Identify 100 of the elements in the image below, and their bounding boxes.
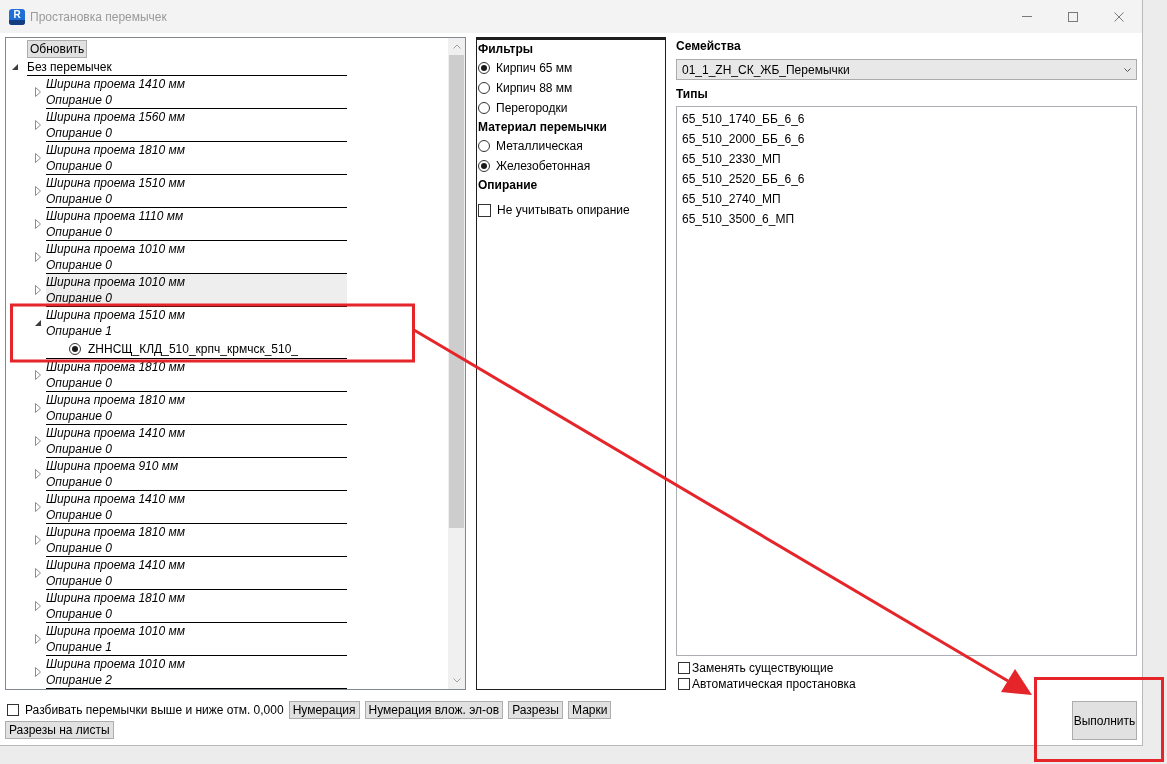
chevron-up-icon[interactable] — [452, 44, 461, 49]
tree-item[interactable]: Ширина проема 1410 мм Опирание 0 — [46, 557, 347, 590]
support-label: Опирание 0 — [46, 507, 112, 523]
opening-width-label: Ширина проема 1010 мм — [46, 656, 185, 672]
maximize-icon — [1068, 11, 1078, 22]
caret-right-icon[interactable] — [35, 502, 41, 512]
opening-width-label: Ширина проема 1010 мм — [46, 241, 185, 257]
tree-root-label[interactable]: Без перемычек — [27, 58, 112, 75]
tree-item[interactable]: Ширина проема 1810 мм Опирание 0 — [46, 359, 347, 392]
field-label: Семейства — [676, 38, 741, 55]
tree-item[interactable]: Ширина проема 1410 мм Опирание 0 — [46, 491, 347, 524]
tree-item[interactable]: Ширина проема 1010 мм Опирание 1 — [46, 623, 347, 656]
tree-item[interactable]: Ширина проема 1560 мм Опирание 0 — [46, 109, 347, 142]
tree-item[interactable]: Ширина проема 1410 мм Опирание 0 — [46, 425, 347, 458]
field-label: Типы — [676, 86, 708, 103]
tool-button[interactable]: Нумерация влож. эл-ов — [364, 701, 504, 719]
support-label: Опирание 0 — [46, 158, 112, 174]
opening-width-label: Ширина проема 1010 мм — [46, 623, 185, 639]
opening-width-label: Ширина проема 1810 мм — [46, 142, 185, 158]
support-label: Опирание 0 — [46, 606, 112, 622]
radio-option[interactable]: ZННСЩ_КЛД_510_крпч_крмчск_510_ — [69, 339, 298, 358]
support-label: Опирание 0 — [46, 474, 112, 490]
tree-item[interactable]: Ширина проема 910 мм Опирание 0 — [46, 458, 347, 491]
checkbox-option[interactable]: Разбивать перемычки выше и ниже отм. 0,000 — [5, 701, 284, 719]
opening-width-label: Ширина проема 1510 мм — [46, 175, 185, 191]
refresh-button[interactable]: Обновить — [27, 40, 88, 58]
caret-right-icon[interactable] — [35, 568, 41, 578]
tree-item[interactable]: Ширина проема 1510 мм Опирание 0 — [46, 175, 347, 208]
caret-right-icon[interactable] — [35, 535, 41, 545]
radio-option[interactable]: Перегородки — [478, 98, 568, 118]
support-label: Опирание 0 — [46, 224, 112, 240]
chevron-down-icon — [1124, 67, 1131, 72]
opening-width-label: Ширина проема 1810 мм — [46, 359, 185, 375]
chevron-down-icon[interactable] — [452, 678, 461, 683]
tool-button[interactable]: Разрезы на листы — [5, 721, 114, 739]
opening-width-label: Ширина проема 1810 мм — [46, 590, 185, 606]
caret-right-icon[interactable] — [35, 219, 41, 229]
radio-option[interactable]: Металлическая — [478, 136, 583, 156]
tool-button[interactable]: Марки — [568, 701, 612, 719]
tree-item[interactable]: Ширина проема 1110 мм Опирание 0 — [46, 208, 347, 241]
tree-item[interactable]: Ширина проема 1810 мм Опирание 0 — [46, 524, 347, 557]
support-label: Опирание 0 — [46, 408, 112, 424]
tree-item[interactable]: Ширина проема 1410 мм Опирание 0 — [46, 76, 347, 109]
support-label: Опирание 2 — [46, 672, 112, 688]
support-label: Опирание 0 — [46, 125, 112, 141]
caret-right-icon[interactable] — [35, 252, 41, 262]
support-label: Опирание 0 — [46, 375, 112, 391]
caret-right-icon[interactable] — [35, 667, 41, 677]
opening-width-label: Ширина проема 1110 мм — [46, 208, 184, 224]
support-label: Опирание 0 — [46, 257, 112, 273]
opening-width-label: Ширина проема 1810 мм — [46, 524, 185, 540]
section-title: Опирание — [478, 177, 538, 194]
checkbox-option[interactable]: Заменять существующие — [676, 660, 834, 676]
caret-right-icon[interactable] — [35, 469, 41, 479]
caret-right-icon[interactable] — [35, 285, 41, 295]
radio-option[interactable]: Кирпич 88 мм — [478, 78, 573, 98]
caret-right-icon[interactable] — [35, 186, 41, 196]
support-label: Опирание 1 — [46, 323, 112, 339]
checkbox-option[interactable]: Автоматическая простановка — [676, 676, 856, 692]
caret-right-icon[interactable] — [35, 601, 41, 611]
tree-item[interactable]: Ширина проема 1010 мм Опирание 0 — [46, 241, 347, 274]
window-title: Простановка перемычек — [30, 8, 167, 26]
opening-width-label: Ширина проема 1410 мм — [46, 557, 185, 573]
tree-item[interactable]: Ширина проема 1010 мм Опирание 2 — [46, 656, 347, 689]
caret-right-icon[interactable] — [35, 370, 41, 380]
caret-right-icon[interactable] — [35, 634, 41, 644]
section-title: Материал перемычки — [478, 119, 607, 136]
family-dropdown[interactable]: 01_1_ZH_СК_ЖБ_Перемычки — [676, 59, 1137, 80]
checkbox-option[interactable]: Не учитывать опирание — [478, 200, 630, 220]
support-label: Опирание 0 — [46, 290, 112, 306]
caret-right-icon[interactable] — [35, 87, 41, 97]
tree-item[interactable]: Ширина проема 1810 мм Опирание 0 — [46, 142, 347, 175]
caret-right-icon[interactable] — [35, 120, 41, 130]
support-label: Опирание 0 — [46, 573, 112, 589]
caret-right-icon[interactable] — [35, 403, 41, 413]
opening-width-label: Ширина проема 910 мм — [46, 458, 179, 474]
support-label: Опирание 0 — [46, 191, 112, 207]
opening-width-label: Ширина проема 1010 мм — [46, 274, 185, 290]
section-title: Фильтры — [478, 41, 534, 58]
run-button[interactable]: Выполнить — [1072, 701, 1137, 740]
opening-width-label: Ширина проема 1410 мм — [46, 76, 185, 92]
support-label: Опирание 0 — [46, 92, 112, 108]
caret-right-icon[interactable] — [35, 153, 41, 163]
caret-down-icon[interactable] — [35, 320, 41, 326]
tree-item[interactable]: Ширина проема 1510 мм Опирание 1 ZННСЩ_КЛД_510_крпч_крмчск_510_ — [46, 307, 347, 359]
tool-button[interactable]: Разрезы — [508, 701, 563, 719]
caret-down-icon[interactable] — [12, 64, 18, 70]
opening-width-label: Ширина проема 1410 мм — [46, 491, 185, 507]
close-icon — [1114, 11, 1124, 22]
caret-right-icon[interactable] — [35, 436, 41, 446]
app-logo: R — [9, 8, 25, 25]
radio-option[interactable]: Кирпич 65 мм — [478, 58, 573, 78]
support-label: Опирание 1 — [46, 639, 112, 655]
tree-item[interactable]: Ширина проема 1810 мм Опирание 0 — [46, 392, 347, 425]
scrollbar-thumb[interactable] — [449, 55, 464, 528]
tree-item[interactable]: Ширина проема 1810 мм Опирание 0 — [46, 590, 347, 623]
radio-option[interactable]: Железобетонная — [478, 156, 591, 176]
tool-button[interactable]: Нумерация — [288, 701, 360, 719]
opening-width-label: Ширина проема 1560 мм — [46, 109, 185, 125]
scrollbar[interactable] — [448, 38, 465, 689]
